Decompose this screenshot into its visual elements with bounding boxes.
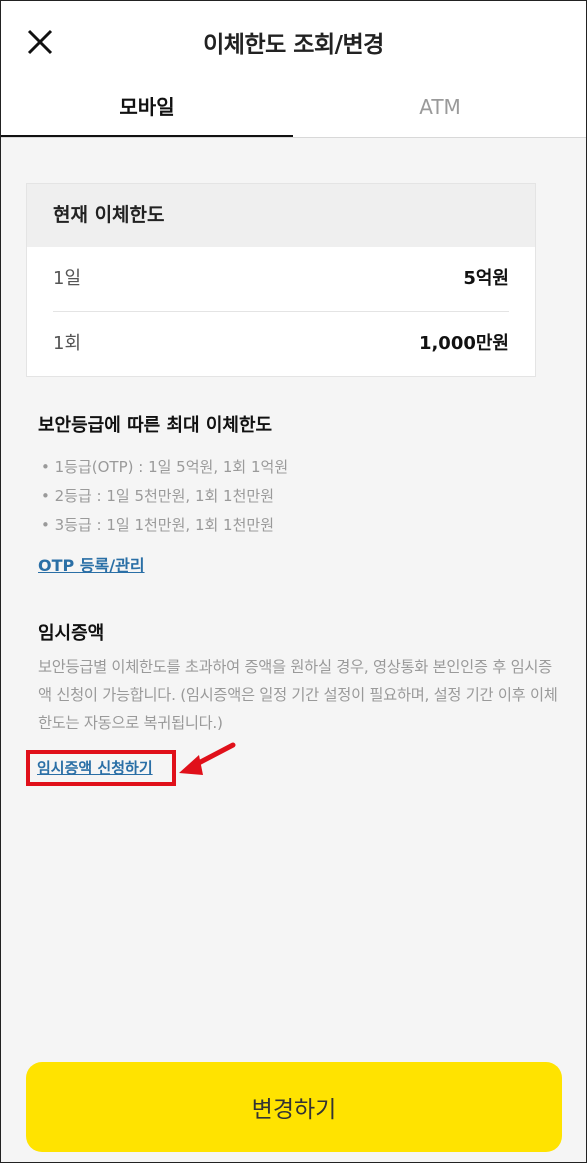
pointer-arrow-icon [179, 742, 236, 775]
page-title: 이체한도 조회/변경 [203, 32, 384, 58]
tab-atm[interactable]: ATM [294, 81, 586, 136]
limit-row-label: 1일 [53, 268, 82, 289]
limit-row-value: 1,000만원 [418, 333, 509, 354]
app-header: 이체한도 조회/변경 [1, 1, 586, 81]
otp-manage-link[interactable]: OTP 등록/관리 [38, 552, 145, 576]
temporary-increase-description: 보안등급별 이체한도를 초과하여 증액을 원하실 경우, 영상통화 본인인증 후… [38, 658, 558, 732]
limit-row-per-transfer: 1회 1,000만원 [53, 312, 509, 376]
tab-mobile[interactable]: 모바일 [1, 81, 293, 137]
limit-row-label: 1회 [53, 333, 82, 354]
current-limit-heading: 현재 이체한도 [27, 184, 535, 247]
temporary-increase-heading: 임시증액 [38, 623, 105, 644]
list-item: • 2등급 : 1일 5천만원, 1회 1천만원 [41, 487, 274, 505]
list-item: • 1등급(OTP) : 1일 5억원, 1회 1억원 [41, 458, 289, 476]
screen: 이체한도 조회/변경 모바일 ATM 현재 이체한도 1일 5억원 1회 1,0… [0, 0, 587, 1163]
tab-bar: 모바일 ATM [1, 81, 586, 138]
limit-row-value: 5억원 [463, 268, 509, 289]
current-limit-card: 현재 이체한도 1일 5억원 1회 1,000만원 [26, 183, 536, 377]
submit-button[interactable]: 변경하기 [26, 1062, 562, 1152]
limit-row-daily: 1일 5억원 [53, 247, 509, 312]
security-grade-heading: 보안등급에 따른 최대 이체한도 [38, 415, 273, 436]
temporary-increase-apply-link[interactable]: 임시증액 신청하기 [37, 757, 153, 778]
security-grade-list: • 1등급(OTP) : 1일 5억원, 1회 1억원 • 2등급 : 1일 5… [41, 453, 288, 540]
list-item: • 3등급 : 1일 1천만원, 1회 1천만원 [41, 516, 274, 534]
